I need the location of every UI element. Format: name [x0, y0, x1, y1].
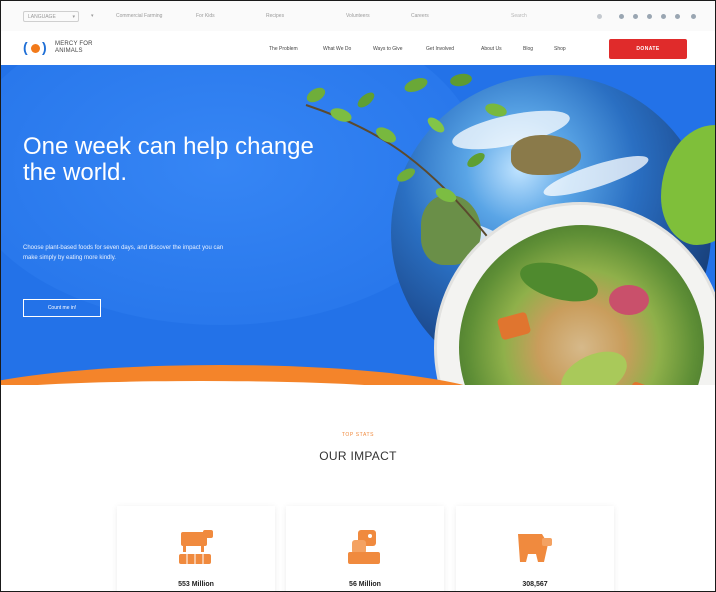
donate-button[interactable]: DONATE	[609, 39, 687, 59]
nav-item-shop[interactable]: Shop	[554, 46, 566, 52]
logo-paren-right: )	[42, 39, 47, 55]
utility-link-1[interactable]: Commercial Farming	[116, 13, 162, 19]
logo-dot	[31, 44, 40, 53]
twitter-icon[interactable]	[633, 14, 638, 19]
farm-animals-icon	[179, 530, 213, 564]
impact-title: OUR IMPACT	[319, 449, 397, 463]
brand-name[interactable]: MERCY FOR ANIMALS	[55, 41, 93, 55]
sweet-potato	[496, 311, 532, 341]
nav-item-get-involved[interactable]: Get Involved	[426, 46, 454, 52]
utility-link-3[interactable]: Recipes	[266, 13, 284, 19]
brand-name-line1: MERCY FOR	[55, 41, 93, 47]
brand-name-line2: ANIMALS	[55, 48, 83, 54]
impact-eyebrow: TOP STATS	[341, 432, 375, 438]
sweet-potato	[626, 380, 660, 385]
language-label: LANGUAGE	[28, 14, 56, 20]
nav-item-blog[interactable]: Blog	[523, 46, 533, 52]
utility-link-5[interactable]: Careers	[411, 13, 429, 19]
hero-section	[1, 65, 715, 385]
utility-link-4[interactable]: Volunteers	[346, 13, 370, 19]
nav-item-what-we-do[interactable]: What We Do	[323, 46, 351, 52]
impact-card: 553 Million	[117, 506, 275, 591]
impact-value: 553 Million	[178, 581, 214, 588]
hero-subtitle: Choose plant-based foods for seven days,…	[23, 245, 224, 261]
page-frame: LANGUAGE ▾ ▾ Commercial Farming For Kids…	[0, 0, 716, 592]
hero-title: One week can help change the world.	[23, 133, 314, 186]
logo-paren-left: (	[23, 39, 28, 55]
spinach-leaf	[515, 255, 603, 309]
utility-link-2[interactable]: For Kids	[196, 13, 215, 19]
linkedin-icon[interactable]	[691, 14, 696, 19]
count-me-in-button[interactable]: Count me in!	[23, 299, 101, 317]
main-nav	[1, 31, 715, 65]
nav-item-ways-to-give[interactable]: Ways to Give	[373, 46, 403, 52]
impact-card: 308,567	[456, 506, 614, 591]
nav-item-the-problem[interactable]: The Problem	[269, 46, 298, 52]
search-icon[interactable]	[597, 14, 602, 19]
dropdown-chevron-icon: ▾	[91, 13, 94, 19]
utility-bar: LANGUAGE ▾ ▾ Commercial Farming For Kids…	[1, 1, 715, 32]
impact-value: 308,567	[522, 581, 548, 588]
youtube-icon[interactable]	[661, 14, 666, 19]
language-selector[interactable]: LANGUAGE ▾	[23, 11, 79, 22]
pinterest-icon[interactable]	[675, 14, 680, 19]
chevron-down-icon: ▾	[72, 14, 75, 20]
avocado	[553, 342, 635, 385]
impact-value: 56 Million	[349, 581, 381, 588]
pig-icon	[518, 534, 552, 562]
facebook-icon[interactable]	[619, 14, 624, 19]
search-input[interactable]: Search	[511, 11, 581, 22]
nav-item-about-us[interactable]: About Us	[481, 46, 502, 52]
chicken-icon	[348, 530, 380, 564]
white-wave	[1, 381, 441, 411]
logo[interactable]: ( )	[23, 39, 49, 55]
impact-card: 56 Million	[286, 506, 444, 591]
instagram-icon[interactable]	[647, 14, 652, 19]
radish	[609, 285, 649, 315]
